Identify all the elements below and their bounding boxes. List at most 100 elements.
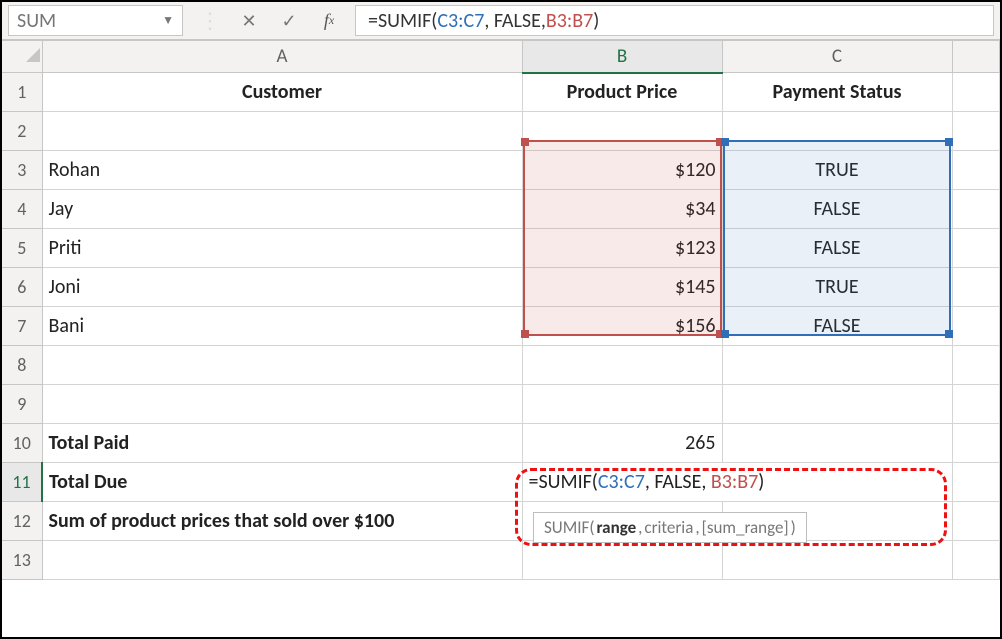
cancel-button[interactable]: ✕ bbox=[229, 5, 269, 36]
cell-A4[interactable]: Jay bbox=[42, 190, 522, 229]
row-13: 13 bbox=[2, 541, 1000, 580]
cell-extra-7[interactable] bbox=[952, 307, 1000, 346]
cell-C6[interactable]: TRUE bbox=[722, 268, 952, 307]
cell-extra-6[interactable] bbox=[952, 268, 1000, 307]
fx-button[interactable]: fx bbox=[309, 10, 349, 31]
formula-ref-1: C3:C7 bbox=[437, 9, 484, 33]
cell-C7[interactable]: FALSE bbox=[722, 307, 952, 346]
cell-A13[interactable] bbox=[42, 541, 522, 580]
formula-text-suffix: ) bbox=[593, 9, 599, 33]
cell-formula-prefix: =SUMIF( bbox=[529, 470, 598, 494]
cell-A7[interactable]: Bani bbox=[42, 307, 522, 346]
row-header-6[interactable]: 6 bbox=[2, 268, 42, 307]
cell-A1[interactable]: Customer bbox=[42, 73, 522, 112]
cell-B10[interactable]: 265 bbox=[522, 424, 722, 463]
column-header-row: A B C bbox=[2, 41, 1000, 73]
row-header-5[interactable]: 5 bbox=[2, 229, 42, 268]
cell-C3[interactable]: TRUE bbox=[722, 151, 952, 190]
cell-C2[interactable] bbox=[722, 112, 952, 151]
cell-A3[interactable]: Rohan bbox=[42, 151, 522, 190]
col-header-A[interactable]: A bbox=[42, 41, 522, 73]
cell-B3[interactable]: $120 bbox=[522, 151, 722, 190]
name-box-value: SUM bbox=[17, 9, 56, 33]
row-header-11[interactable]: 11 bbox=[2, 463, 42, 502]
cell-extra-10[interactable] bbox=[952, 424, 1000, 463]
cell-extra-12[interactable] bbox=[952, 502, 1000, 541]
row-header-13[interactable]: 13 bbox=[2, 541, 42, 580]
tooltip-sep1: , bbox=[638, 517, 642, 538]
cell-C4[interactable]: FALSE bbox=[722, 190, 952, 229]
cell-A5[interactable]: Priti bbox=[42, 229, 522, 268]
cell-A2[interactable] bbox=[42, 112, 522, 151]
cell-B7[interactable]: $156 bbox=[522, 307, 722, 346]
row-3: 3 Rohan $120 TRUE bbox=[2, 151, 1000, 190]
row-header-2[interactable]: 2 bbox=[2, 112, 42, 151]
enter-button[interactable]: ✓ bbox=[269, 5, 309, 36]
cell-C5[interactable]: FALSE bbox=[722, 229, 952, 268]
tooltip-arg2: criteria bbox=[644, 517, 693, 538]
cell-B8[interactable] bbox=[522, 346, 722, 385]
select-all-icon bbox=[26, 48, 40, 62]
row-header-4[interactable]: 4 bbox=[2, 190, 42, 229]
select-all-triangle[interactable] bbox=[2, 41, 42, 73]
cell-extra-13[interactable] bbox=[952, 541, 1000, 580]
cell-formula-suffix: ) bbox=[758, 470, 764, 494]
cell-A6[interactable]: Joni bbox=[42, 268, 522, 307]
row-12: 12 Sum of product prices that sold over … bbox=[2, 502, 1000, 541]
row-header-12[interactable]: 12 bbox=[2, 502, 42, 541]
cell-C13[interactable] bbox=[722, 541, 952, 580]
cell-extra-8[interactable] bbox=[952, 346, 1000, 385]
col-header-B[interactable]: B bbox=[522, 41, 722, 73]
row-header-1[interactable]: 1 bbox=[2, 73, 42, 112]
cell-C1[interactable]: Payment Status bbox=[722, 73, 952, 112]
row-header-9[interactable]: 9 bbox=[2, 385, 42, 424]
col-header-C[interactable]: C bbox=[722, 41, 952, 73]
chevron-down-icon[interactable]: ▼ bbox=[162, 13, 174, 28]
cell-extra-3[interactable] bbox=[952, 151, 1000, 190]
cell-B9[interactable] bbox=[522, 385, 722, 424]
row-header-3[interactable]: 3 bbox=[2, 151, 42, 190]
cell-B13[interactable] bbox=[522, 541, 722, 580]
cell-B2[interactable] bbox=[522, 112, 722, 151]
row-11: 11 Total Due =SUMIF(C3:C7, FALSE, B3:B7) bbox=[2, 463, 1000, 502]
formula-text-prefix: =SUMIF( bbox=[368, 9, 437, 33]
cell-B11[interactable]: =SUMIF(C3:C7, FALSE, B3:B7) bbox=[522, 463, 952, 502]
cell-C8[interactable] bbox=[722, 346, 952, 385]
cell-C9[interactable] bbox=[722, 385, 952, 424]
tooltip-fn: SUMIF( bbox=[544, 517, 595, 538]
spreadsheet-grid[interactable]: A B C 1 Customer Product Price Payment S… bbox=[2, 40, 1000, 580]
cell-B4[interactable]: $34 bbox=[522, 190, 722, 229]
cell-extra-1[interactable] bbox=[952, 73, 1000, 112]
cell-formula-ref2: B3:B7 bbox=[711, 470, 758, 494]
divider: ⋮ bbox=[191, 7, 229, 34]
row-7: 7 Bani $156 FALSE bbox=[2, 307, 1000, 346]
tooltip-close: ) bbox=[791, 517, 796, 538]
cell-extra-2[interactable] bbox=[952, 112, 1000, 151]
cell-B1[interactable]: Product Price bbox=[522, 73, 722, 112]
cell-extra-5[interactable] bbox=[952, 229, 1000, 268]
formula-input[interactable]: =SUMIF(C3:C7, FALSE, B3:B7) bbox=[355, 5, 994, 36]
cell-A10[interactable]: Total Paid bbox=[42, 424, 522, 463]
tooltip-arg1: range bbox=[597, 517, 637, 538]
cell-A12[interactable]: Sum of product prices that sold over $10… bbox=[42, 502, 522, 541]
row-4: 4 Jay $34 FALSE bbox=[2, 190, 1000, 229]
row-header-8[interactable]: 8 bbox=[2, 346, 42, 385]
cell-extra-11[interactable] bbox=[952, 463, 1000, 502]
cell-B6[interactable]: $145 bbox=[522, 268, 722, 307]
row-5: 5 Priti $123 FALSE bbox=[2, 229, 1000, 268]
cell-C10[interactable] bbox=[722, 424, 952, 463]
cell-A9[interactable] bbox=[42, 385, 522, 424]
formula-text-mid: , FALSE, bbox=[484, 9, 546, 33]
col-header-extra[interactable] bbox=[952, 41, 1000, 73]
row-2: 2 bbox=[2, 112, 1000, 151]
sheet-area[interactable]: A B C 1 Customer Product Price Payment S… bbox=[2, 40, 1000, 580]
name-box[interactable]: SUM ▼ bbox=[8, 5, 183, 36]
cell-A11[interactable]: Total Due bbox=[42, 463, 522, 502]
cell-extra-4[interactable] bbox=[952, 190, 1000, 229]
row-6: 6 Joni $145 TRUE bbox=[2, 268, 1000, 307]
row-header-7[interactable]: 7 bbox=[2, 307, 42, 346]
cell-B5[interactable]: $123 bbox=[522, 229, 722, 268]
cell-A8[interactable] bbox=[42, 346, 522, 385]
row-header-10[interactable]: 10 bbox=[2, 424, 42, 463]
cell-extra-9[interactable] bbox=[952, 385, 1000, 424]
